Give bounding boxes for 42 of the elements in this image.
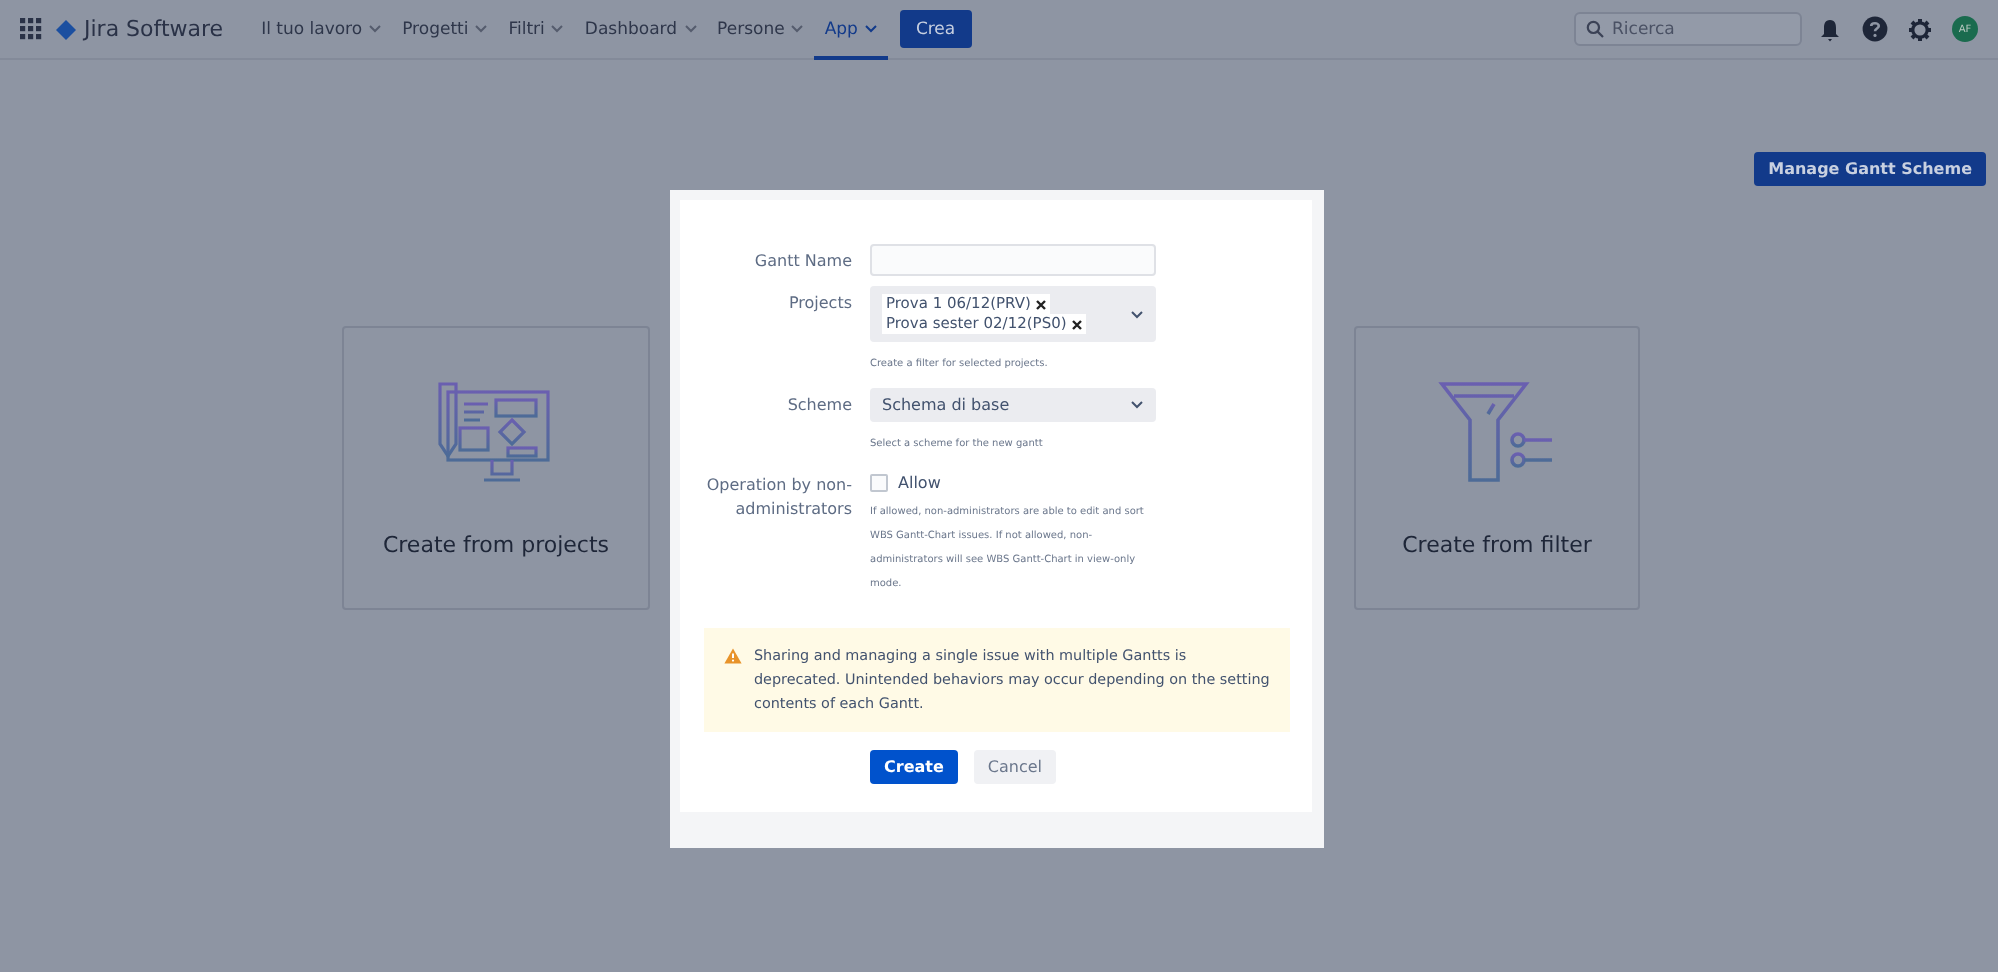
field-label: Gantt Name	[752, 250, 852, 274]
monitor-diagram-icon	[436, 380, 556, 488]
manage-gantt-scheme-button[interactable]: Manage Gantt Scheme	[1754, 152, 1986, 186]
warning-icon	[724, 648, 742, 664]
remove-icon[interactable]	[1072, 319, 1083, 329]
card-label: Create from projects	[382, 532, 610, 558]
chevron-icon	[683, 24, 698, 34]
field-label: Scheme	[785, 394, 852, 418]
chevron-icon	[1130, 309, 1144, 319]
checkbox[interactable]	[870, 474, 888, 492]
chevron-icon	[474, 24, 489, 34]
nav-item[interactable]: App	[814, 0, 888, 59]
gantt-name-input[interactable]	[870, 244, 1156, 276]
chevron-icon	[1130, 400, 1144, 410]
nav-item[interactable]: Il tuo lavoro	[251, 0, 393, 59]
nav-item[interactable]: Persone	[707, 0, 815, 59]
nav-item[interactable]: Progetti	[392, 0, 499, 59]
bell-icon[interactable]	[1818, 17, 1842, 41]
chevron-icon	[368, 24, 383, 34]
app-grid-icon[interactable]	[20, 18, 42, 40]
scheme-select[interactable]: Schema di base	[870, 388, 1156, 422]
help-icon[interactable]	[1862, 16, 1888, 42]
field-label: Projects	[786, 292, 852, 316]
nav-item[interactable]: Filtri	[498, 0, 575, 59]
logo-text: Jira Software	[84, 16, 224, 42]
field-label: Operation by non-administrators	[704, 474, 852, 522]
cancel-button[interactable]: Cancel	[973, 750, 1056, 784]
remove-icon[interactable]	[1036, 299, 1047, 309]
nav-item[interactable]: Dashboard	[574, 0, 708, 59]
chevron-icon	[790, 24, 805, 34]
create-button[interactable]: Create	[870, 750, 958, 784]
diamond-icon	[56, 19, 76, 39]
settings-icon[interactable]	[1908, 17, 1932, 41]
chevron-icon	[550, 24, 565, 34]
create-button[interactable]: Crea	[899, 10, 972, 48]
create-option-card[interactable]: Create from projects	[342, 326, 650, 610]
search-field[interactable]: Ricerca	[1574, 12, 1802, 46]
chevron-icon	[863, 24, 878, 34]
funnel-icon	[1437, 380, 1557, 488]
card-label: Create from filter	[1402, 532, 1592, 558]
checkbox-label: Allow	[898, 474, 941, 492]
create-option-card[interactable]: Create from filter	[1354, 326, 1640, 610]
